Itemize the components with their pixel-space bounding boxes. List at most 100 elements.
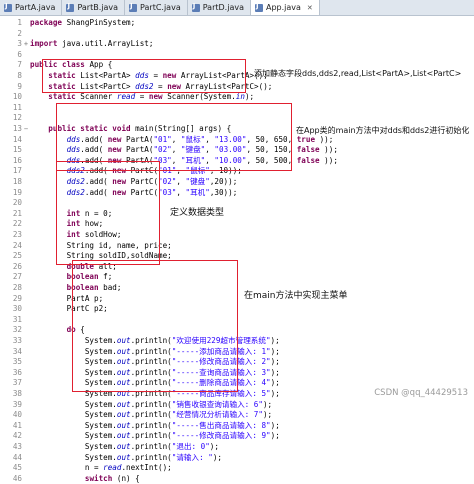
keyword-token: false	[296, 145, 320, 155]
line-number: 36	[12, 367, 22, 377]
field-token: read	[103, 463, 122, 473]
line-number: 14	[12, 134, 22, 144]
code-token: );	[262, 399, 273, 409]
code-token: .nextInt();	[121, 463, 172, 473]
field-token: out	[116, 442, 131, 451]
line-number: 29	[12, 293, 22, 303]
tab-label: PartB.java	[77, 3, 119, 12]
field-token: in	[235, 92, 245, 102]
code-token: );	[270, 336, 280, 345]
tab-parta-java[interactable]: PartA.java	[0, 0, 63, 15]
code-line: 44 System.out.println("请输入: ");	[0, 453, 474, 464]
string-token: "键盘"	[185, 177, 210, 186]
string-token: "退出: 0"	[171, 442, 210, 451]
line-number: 22	[12, 219, 22, 229]
java-file-icon	[191, 2, 200, 12]
code-token: System.	[30, 442, 117, 451]
code-line: 43 System.out.println("退出: 0");	[0, 442, 474, 453]
code-line: 45 n = read.nextInt();	[0, 463, 474, 474]
tab-app-java[interactable]: App.java ✕	[250, 0, 320, 15]
tab-label: PartA.java	[15, 3, 56, 12]
code-text: System.out.println("销售收银查询请输入: 6");	[30, 400, 272, 411]
line-number: 41	[12, 420, 22, 430]
line-number: 13	[12, 124, 22, 133]
java-file-icon	[66, 2, 75, 12]
code-text: System.out.println("-----修改商品请输入: 9");	[30, 431, 280, 442]
line-number: 27	[12, 272, 22, 282]
keyword-token: static	[48, 92, 76, 102]
line-number: 1	[17, 18, 22, 27]
code-token: (n) {	[112, 473, 140, 483]
code-line: 40 System.out.println("经营情况分析请输入: 7");	[0, 410, 474, 421]
tab-partc-java[interactable]: PartC.java	[125, 0, 188, 15]
code-token: );	[270, 389, 280, 398]
watermark: CSDN @qq_44429513	[374, 388, 468, 398]
tab-partb-java[interactable]: PartB.java	[62, 0, 126, 15]
line-number: 45	[12, 463, 22, 473]
code-token: ));	[324, 155, 338, 165]
line-number: 42	[12, 431, 22, 441]
code-editor[interactable]: 46 switch (n) {45 n = read.nextInt(); 44 …	[0, 16, 474, 483]
code-token: );	[262, 410, 273, 420]
line-number: 44	[12, 452, 22, 462]
code-token: System.	[30, 399, 117, 409]
line-number: 26	[12, 261, 22, 271]
code-token: ,30));	[209, 187, 238, 197]
code-token: .println(	[130, 452, 172, 462]
line-number: 6	[17, 49, 22, 59]
code-token: ,	[176, 187, 186, 197]
code-line: 1 package ShangPinSystem;	[0, 18, 474, 29]
line-number: 31	[12, 314, 22, 324]
variables-highlight-box	[56, 161, 160, 265]
code-token: System.	[30, 452, 117, 462]
tab-partd-java[interactable]: PartD.java	[188, 0, 251, 15]
code-line: 46 switch (n) {	[0, 474, 474, 484]
string-token: "-----修改商品请输入: 9"	[171, 431, 271, 441]
field-token: out	[116, 452, 131, 462]
tab-label: App.java	[265, 3, 301, 12]
code-token: n =	[30, 463, 104, 473]
close-tab-icon[interactable]: ✕	[307, 4, 313, 12]
line-number: 19	[12, 187, 22, 197]
code-text: import java.util.ArrayList;	[30, 39, 153, 50]
string-token: "02"	[158, 177, 177, 186]
string-token: "经营情况分析请输入: 7"	[171, 410, 263, 420]
code-line: 10 static Scanner read = new Scanner(Sys…	[0, 92, 474, 103]
code-line: 41 System.out.println("-----售出商品请输入: 8")…	[0, 421, 474, 432]
line-number: 30	[12, 304, 22, 314]
java-file-icon	[129, 2, 138, 12]
keyword-token: switch	[84, 473, 113, 483]
code-token: ));	[324, 145, 338, 155]
field-token: read	[116, 92, 136, 102]
field-token: out	[116, 431, 131, 441]
code-text: System.out.println("经营情况分析请输入: 7");	[30, 410, 272, 421]
code-line: 42 System.out.println("-----修改商品请输入: 9")…	[0, 431, 474, 442]
field-token: out	[116, 410, 131, 420]
line-number: 37	[12, 378, 22, 388]
code-token: );	[244, 92, 255, 102]
code-token: );	[270, 357, 280, 367]
code-token: );	[270, 367, 280, 377]
line-number: 32	[12, 325, 22, 335]
keyword-token: package	[30, 18, 63, 27]
line-number: 39	[12, 399, 22, 409]
fold-toggle-icon[interactable]: −	[22, 124, 30, 135]
line-number: 17	[12, 166, 22, 176]
code-token: .println(	[130, 410, 172, 420]
code-token: .println(	[130, 399, 172, 409]
string-token: "03"	[158, 187, 177, 197]
code-token: ,20));	[209, 177, 238, 186]
fold-toggle-icon[interactable]: +	[22, 39, 30, 50]
code-token: );	[270, 378, 280, 388]
line-number: 8	[17, 71, 22, 80]
static-fields-highlight-box	[42, 59, 246, 93]
code-line: 39 System.out.println("销售收银查询请输入: 6");	[0, 400, 474, 411]
string-token: "请输入: "	[171, 452, 213, 462]
line-number: 34	[12, 346, 22, 356]
